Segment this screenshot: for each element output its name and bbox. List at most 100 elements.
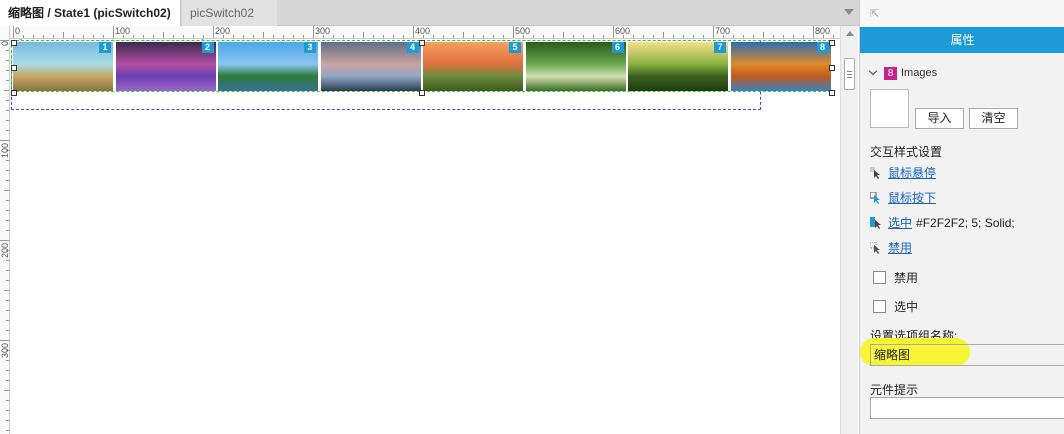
ruler-tick xyxy=(563,32,564,38)
thumbnail-strip[interactable]: 1 2 3 4 5 6 7 8 xyxy=(11,40,831,92)
ruler-tick xyxy=(453,35,454,38)
ruler-tick xyxy=(753,35,754,38)
disabled-checkbox[interactable] xyxy=(873,271,886,284)
ruler-tick xyxy=(653,35,654,38)
cursor-press-icon xyxy=(869,191,882,204)
selected-link[interactable]: 选中 xyxy=(888,216,912,230)
ruler-tick xyxy=(643,35,644,38)
ruler-tick xyxy=(253,35,254,38)
ruler-tick xyxy=(403,35,404,38)
ruler-tick xyxy=(6,270,9,271)
resize-handle[interactable] xyxy=(11,40,17,46)
ruler-tick xyxy=(243,35,244,38)
thumbnail-number-badge: 5 xyxy=(509,42,521,53)
tooltip-input[interactable] xyxy=(870,397,1064,419)
resize-handle[interactable] xyxy=(419,40,425,46)
ruler-tick xyxy=(163,32,164,38)
images-section-header[interactable]: 8 Images xyxy=(868,65,938,80)
ruler-tick xyxy=(803,35,804,38)
ruler-tick xyxy=(6,310,9,311)
images-count-badge: 8 xyxy=(884,67,897,80)
selected-checkbox-row[interactable]: 选中 xyxy=(873,300,918,316)
ruler-tick xyxy=(6,70,9,71)
ruler-tick xyxy=(6,180,9,181)
ruler-tick xyxy=(393,35,394,38)
panel-toolbar: ⇱ xyxy=(860,0,1064,26)
ruler-tick xyxy=(203,35,204,38)
thumbnail-image[interactable]: 3 xyxy=(218,42,318,91)
ruler-tick xyxy=(833,35,834,38)
ruler-tick xyxy=(583,35,584,38)
collapse-arrow-icon[interactable]: ⇱ xyxy=(870,7,879,20)
chevron-down-icon xyxy=(868,66,878,76)
thumbnail-number-badge: 8 xyxy=(816,42,829,53)
ruler-label: 300 xyxy=(0,342,10,358)
ruler-tick xyxy=(573,35,574,38)
thumbnail-number-badge: 7 xyxy=(714,42,726,53)
tab-thumbnail-state1[interactable]: 缩略图 / State1 (picSwitch02)✕ xyxy=(0,0,181,46)
panel-title[interactable]: 属性 xyxy=(860,27,1064,53)
image-preview[interactable] xyxy=(870,89,909,128)
ruler-tick xyxy=(303,35,304,38)
mouse-press-link[interactable]: 鼠标按下 xyxy=(888,191,936,205)
import-button[interactable]: 导入 xyxy=(915,108,964,129)
ruler-tick xyxy=(183,35,184,38)
clear-button[interactable]: 清空 xyxy=(969,108,1018,129)
ruler-tick xyxy=(6,230,9,231)
ruler-tick xyxy=(213,26,214,38)
ruler-tick xyxy=(283,35,284,38)
state-selected-row: 选中 #F2F2F2; 5; Solid; xyxy=(870,214,1015,230)
thumbnail-image[interactable]: 8 xyxy=(730,42,831,91)
ruler-tick xyxy=(463,32,464,38)
thumbnail-image[interactable]: 2 xyxy=(115,42,216,91)
ruler-tick xyxy=(4,290,9,291)
tab-picswitch02[interactable]: picSwitch02✕ xyxy=(182,0,277,46)
thumbnail-image[interactable]: 1 xyxy=(13,42,113,91)
ruler-tick xyxy=(663,32,664,38)
ruler-tick xyxy=(683,35,684,38)
tab-list-dropdown-icon[interactable] xyxy=(844,9,854,15)
ruler-tick xyxy=(373,35,374,38)
selected-style-value: #F2F2F2; 5; Solid; xyxy=(916,216,1015,230)
ruler-tick xyxy=(6,200,9,201)
ruler-tick xyxy=(23,35,24,38)
ruler-tick xyxy=(743,35,744,38)
ruler-tick xyxy=(443,35,444,38)
ruler-tick xyxy=(6,130,9,131)
ruler-tick xyxy=(6,300,9,301)
vertical-ruler: 0 100 200 300 xyxy=(0,26,10,434)
mouse-hover-link[interactable]: 鼠标悬停 xyxy=(888,166,936,180)
ruler-tick xyxy=(173,35,174,38)
disabled-checkbox-row[interactable]: 禁用 xyxy=(873,271,918,287)
resize-handle[interactable] xyxy=(11,90,17,96)
ruler-tick xyxy=(43,35,44,38)
ruler-tick xyxy=(6,260,9,261)
thumbnail-number-badge: 2 xyxy=(201,42,214,53)
ruler-tick xyxy=(6,280,9,281)
ruler-tick xyxy=(193,35,194,38)
canvas-scrollbar[interactable] xyxy=(840,26,858,434)
resize-handle[interactable] xyxy=(829,90,835,96)
ruler-tick xyxy=(603,35,604,38)
scrollbar-thumb[interactable] xyxy=(844,58,855,90)
thumbnail-image[interactable]: 5 xyxy=(423,42,523,91)
thumbnail-image[interactable]: 7 xyxy=(628,42,728,91)
group-name-input[interactable]: 缩略图 xyxy=(870,344,1064,366)
thumbnail-image[interactable]: 4 xyxy=(320,42,421,91)
ruler-tick xyxy=(233,35,234,38)
thumbnail-image[interactable]: 6 xyxy=(525,42,626,91)
images-section-label: Images xyxy=(901,67,938,79)
ruler-tick xyxy=(363,32,364,38)
resize-handle[interactable] xyxy=(419,90,425,96)
resize-handle[interactable] xyxy=(829,65,835,71)
ruler-tick xyxy=(353,35,354,38)
ruler-tick xyxy=(543,35,544,38)
scroll-up-icon[interactable] xyxy=(846,31,854,36)
selected-checkbox[interactable] xyxy=(873,300,886,313)
disabled-link[interactable]: 禁用 xyxy=(888,241,912,255)
ruler-tick xyxy=(113,26,114,38)
ruler-tick xyxy=(703,35,704,38)
design-canvas[interactable]: 1 2 3 4 5 6 7 8 xyxy=(11,40,840,434)
resize-handle[interactable] xyxy=(11,65,17,71)
resize-handle[interactable] xyxy=(829,40,835,46)
